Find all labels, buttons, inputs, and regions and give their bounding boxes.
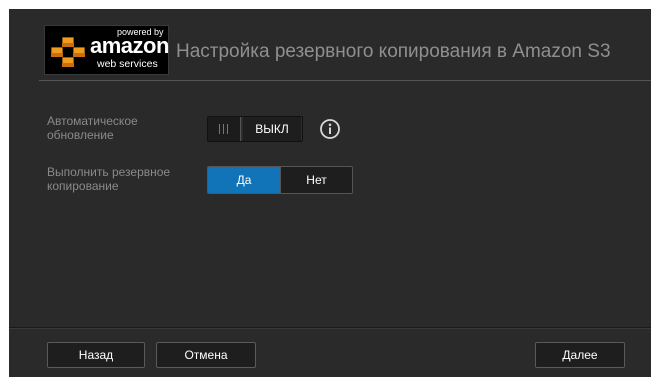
auto-update-toggle[interactable]: ВЫКЛ	[207, 116, 303, 142]
logo-brand: amazon	[90, 33, 169, 58]
auto-update-label-line1: Автоматическое	[47, 114, 138, 128]
run-backup-selector[interactable]: Да Нет	[207, 166, 353, 194]
header-divider	[39, 80, 651, 81]
run-backup-label-line1: Выполнить резервное	[47, 165, 171, 179]
aws-cubes-icon	[50, 36, 86, 68]
toggle-state-label: ВЫКЛ	[243, 117, 301, 141]
option-no[interactable]: Нет	[280, 167, 352, 193]
auto-update-label-line2: обновление	[47, 128, 114, 142]
cancel-button[interactable]: Отмена	[156, 342, 256, 368]
page-title: Настройка резервного копирования в Amazo…	[176, 41, 611, 62]
logo-subtitle: web services	[97, 58, 158, 70]
run-backup-label-line2: копирование	[47, 179, 119, 193]
auto-update-label: Автоматическое обновление	[47, 114, 197, 142]
backup-setup-dialog: powered by amazon web services Настройка…	[9, 9, 651, 377]
dialog-header: powered by amazon web services Настройка…	[9, 9, 651, 81]
footer-divider-highlight	[9, 328, 651, 329]
aws-logo: powered by amazon web services	[44, 25, 169, 75]
next-button[interactable]: Далее	[535, 342, 625, 368]
toggle-grip-icon[interactable]	[208, 117, 241, 141]
info-icon[interactable]	[319, 118, 341, 140]
option-yes[interactable]: Да	[208, 167, 280, 193]
run-backup-label: Выполнить резервное копирование	[47, 165, 197, 193]
back-button[interactable]: Назад	[47, 342, 145, 368]
